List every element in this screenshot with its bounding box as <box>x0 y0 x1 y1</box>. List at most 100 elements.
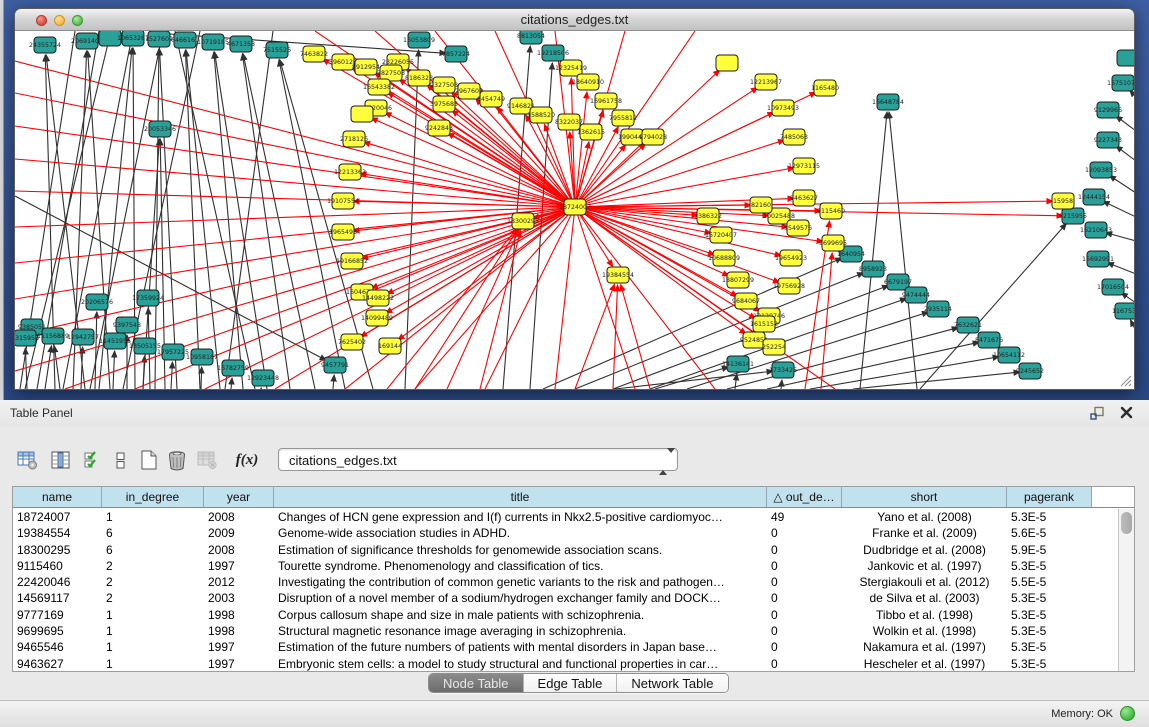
graph-edge[interactable] <box>575 284 614 389</box>
table-cell[interactable]: Tourette syndrome. Phenomenology and cla… <box>274 558 767 574</box>
table-cell[interactable]: Embryonic stem cells: a model to study s… <box>274 656 767 671</box>
table-cell[interactable]: 6 <box>102 542 204 558</box>
column-header-name[interactable]: name <box>13 487 102 507</box>
table-cell[interactable]: Jankovic et al. (1997) <box>842 558 1007 574</box>
tab-node-table[interactable]: Node Table <box>429 674 524 692</box>
tab-edge-table[interactable]: Edge Table <box>524 674 618 692</box>
table-cell[interactable]: 0 <box>767 542 842 558</box>
graph-edge[interactable] <box>231 378 232 389</box>
table-cell[interactable]: 1998 <box>204 623 274 639</box>
table-cell[interactable]: 1997 <box>204 656 274 671</box>
table-cell[interactable]: 9699695 <box>13 623 102 639</box>
graph-edge[interactable] <box>575 273 864 389</box>
table-cell[interactable]: 22420046 <box>13 574 102 590</box>
graph-edge[interactable] <box>155 49 159 389</box>
graph-edge[interactable] <box>371 118 575 207</box>
table-cell[interactable]: 5.3E-5 <box>1007 607 1092 623</box>
graph-edge[interactable] <box>1130 320 1134 331</box>
graph-edge[interactable] <box>333 375 334 389</box>
table-row[interactable]: 2242004622012Investigating the contribut… <box>13 574 1117 590</box>
graph-edge[interactable] <box>215 52 267 389</box>
graph-edge[interactable] <box>575 92 587 207</box>
graph-edge[interactable] <box>201 367 202 389</box>
column-header-short[interactable]: short <box>842 487 1007 507</box>
table-cell[interactable]: 9777169 <box>13 607 102 623</box>
table-row[interactable]: 946362711997Embryonic stem cells: a mode… <box>13 656 1117 671</box>
table-cell[interactable]: Nakamura et al. (1997) <box>842 639 1007 655</box>
network-window[interactable]: citations_edges.txt 24355724206914061065… <box>14 8 1135 390</box>
table-cell[interactable]: 0 <box>767 656 842 671</box>
table-cell[interactable]: 2008 <box>204 509 274 525</box>
table-cell[interactable]: 2 <box>102 574 204 590</box>
graph-edge[interactable] <box>575 207 746 334</box>
vertical-scrollbar[interactable] <box>1118 509 1134 671</box>
table-cell[interactable]: 5.9E-5 <box>1007 542 1092 558</box>
graph-node[interactable] <box>1117 50 1134 66</box>
table-row[interactable]: 977716911998Corpus callosum shape and si… <box>13 607 1117 623</box>
graph-edge[interactable] <box>364 142 575 207</box>
table-cell[interactable]: Stergiakouli et al. (2012) <box>842 574 1007 590</box>
graph-edge[interactable] <box>448 133 575 207</box>
graph-edge[interactable] <box>1116 146 1134 161</box>
table-cell[interactable]: 0 <box>767 590 842 606</box>
graph-node[interactable] <box>716 55 738 71</box>
column-header-in_degree[interactable]: in_degree <box>102 487 204 507</box>
clear-selection-icon[interactable] <box>108 446 134 474</box>
table-cell[interactable]: Genome-wide association studies in ADHD. <box>274 525 767 541</box>
table-cell[interactable]: 18724007 <box>13 509 102 525</box>
table-cell[interactable]: 5.5E-5 <box>1007 574 1092 590</box>
table-cell[interactable]: Estimation of the future numbers of pati… <box>274 639 767 655</box>
table-cell[interactable]: Changes of HCN gene expression and I(f) … <box>274 509 767 525</box>
graph-edge[interactable] <box>889 112 917 389</box>
graph-edge[interactable] <box>1109 175 1134 193</box>
graph-edge[interactable] <box>575 145 626 207</box>
delete-table-icon[interactable] <box>164 446 190 474</box>
table-cell[interactable]: 5.3E-5 <box>1007 558 1092 574</box>
graph-edge[interactable] <box>613 285 618 389</box>
column-header-title[interactable]: title <box>274 487 767 507</box>
table-cell[interactable]: 5.3E-5 <box>1007 656 1092 671</box>
graph-edge[interactable] <box>214 52 243 389</box>
table-cell[interactable]: Franke et al. (2009) <box>842 525 1007 541</box>
table-cell[interactable]: Structural magnetic resonance image aver… <box>274 623 767 639</box>
table-cell[interactable]: Estimation of significance thresholds fo… <box>274 542 767 558</box>
table-cell[interactable]: Corpus callosum shape and size in male p… <box>274 607 767 623</box>
graph-edge[interactable] <box>415 207 575 389</box>
table-cell[interactable]: Tibbo et al. (1998) <box>842 607 1007 623</box>
graph-edge[interactable] <box>621 285 650 389</box>
table-cell[interactable]: 19384554 <box>13 525 102 541</box>
table-row[interactable]: 946554611997Estimation of the future num… <box>13 639 1117 655</box>
table-cell[interactable]: 2 <box>102 590 204 606</box>
table-cell[interactable]: 1 <box>102 623 204 639</box>
create-table-icon[interactable] <box>136 446 162 474</box>
table-cell[interactable]: 9465546 <box>13 639 102 655</box>
table-row[interactable]: 1830029562008Estimation of significance … <box>13 542 1117 558</box>
table-cell[interactable]: 0 <box>767 525 842 541</box>
graph-edge[interactable] <box>171 362 172 389</box>
table-cell[interactable]: 9463627 <box>13 656 102 671</box>
table-cell[interactable]: 1997 <box>204 639 274 655</box>
graph-edge[interactable] <box>243 54 315 389</box>
table-cell[interactable]: 0 <box>767 574 842 590</box>
table-cell[interactable]: Yano et al. (2008) <box>842 509 1007 525</box>
table-cell[interactable]: 1 <box>102 607 204 623</box>
table-cell[interactable]: 5.3E-5 <box>1007 590 1092 606</box>
table-cell[interactable]: 2008 <box>204 542 274 558</box>
graph-edge[interactable] <box>371 207 575 288</box>
column-header-year[interactable]: year <box>204 487 274 507</box>
table-cell[interactable]: 9115460 <box>13 558 102 574</box>
table-cell[interactable]: 5.3E-5 <box>1007 639 1092 655</box>
table-cell[interactable]: Dudbridge et al. (2008) <box>842 542 1007 558</box>
table-cell[interactable]: 5.3E-5 <box>1007 509 1092 525</box>
table-cell[interactable]: 0 <box>767 558 842 574</box>
graph-edge[interactable] <box>242 54 290 389</box>
table-cell[interactable]: Disruption of a novel member of a sodium… <box>274 590 767 606</box>
table-cell[interactable]: 2 <box>102 558 204 574</box>
show-columns-icon[interactable] <box>48 446 74 474</box>
table-cell[interactable]: 0 <box>767 607 842 623</box>
graph-edge[interactable] <box>1103 201 1134 217</box>
network-window-titlebar[interactable]: citations_edges.txt <box>15 9 1134 31</box>
graph-edge[interactable] <box>113 351 115 389</box>
graph-node[interactable] <box>351 106 373 122</box>
table-row[interactable]: 911546021997Tourette syndrome. Phenomeno… <box>13 558 1117 574</box>
